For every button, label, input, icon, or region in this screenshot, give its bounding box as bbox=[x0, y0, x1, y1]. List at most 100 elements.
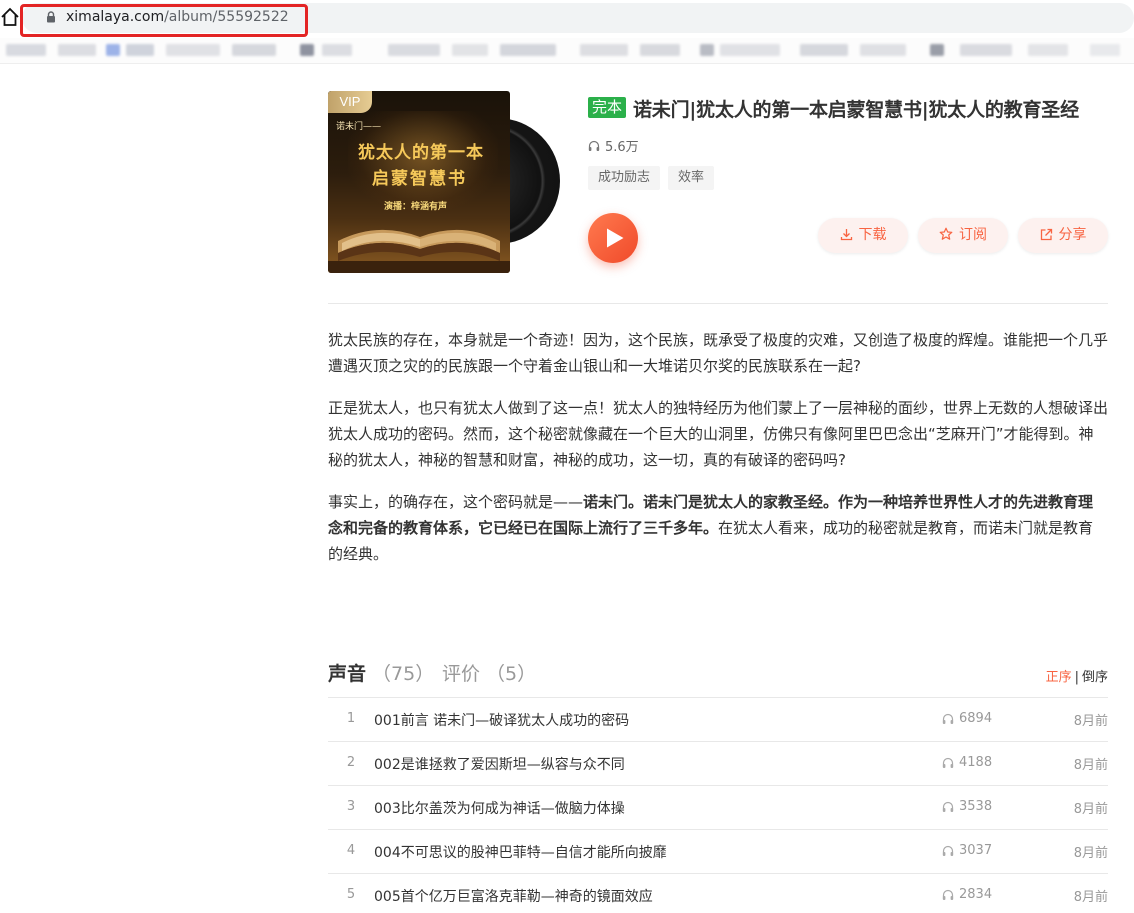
subscribe-button[interactable]: 订阅 bbox=[918, 218, 1008, 253]
share-label: 分享 bbox=[1058, 227, 1087, 243]
headphones-icon bbox=[942, 713, 954, 724]
intro-paragraph: 正是犹太人，也只有犹太人做到了这一点！犹太人的独特经历为他们蒙上了一层神秘的面纱… bbox=[328, 399, 1109, 469]
track-plays-value: 3037 bbox=[959, 843, 993, 858]
track-plays-value: 3538 bbox=[959, 799, 993, 814]
share-icon bbox=[1040, 228, 1052, 241]
bookmark-item[interactable] bbox=[800, 44, 848, 56]
bookmark-item[interactable] bbox=[930, 44, 944, 56]
bookmark-item[interactable] bbox=[700, 44, 714, 56]
tag-item[interactable]: 效率 bbox=[668, 166, 715, 190]
track-date: 8月前 bbox=[1073, 758, 1108, 773]
browser-chrome: ximalaya.com/album/55592522 bbox=[0, 0, 1134, 66]
tab-sounds-label: 声音 bbox=[328, 663, 367, 685]
track-title[interactable]: 002是谁拯救了爱因斯坦—纵容与众不同 bbox=[374, 754, 625, 774]
download-label: 下载 bbox=[858, 227, 887, 243]
tag-item[interactable]: 成功励志 bbox=[588, 166, 661, 190]
track-row[interactable]: 1 001前言 诺未门—破译犹太人成功的密码 6894 8月前 bbox=[328, 698, 1108, 742]
bookmark-item[interactable] bbox=[640, 44, 680, 56]
bookmark-item[interactable] bbox=[106, 44, 120, 56]
album-cover[interactable]: 诺未门—— 犹太人的第一本 启蒙智慧书 演播：梓涵有声 VIP bbox=[328, 91, 510, 273]
play-button[interactable] bbox=[588, 213, 638, 263]
intro-paragraph: 事实上，的确存在，这个密码就是——诺未门。诺未门是犹太人的家教圣经。作为一种培养… bbox=[328, 489, 1108, 567]
track-plays: 3538 bbox=[942, 799, 992, 814]
star-icon bbox=[939, 227, 953, 240]
track-row[interactable]: 3 003比尔盖茨为何成为神话—做脑力体操 3538 8月前 bbox=[328, 786, 1108, 830]
bookmark-item[interactable] bbox=[1028, 44, 1068, 56]
track-title[interactable]: 003比尔盖茨为何成为神话—做脑力体操 bbox=[374, 798, 625, 818]
subscribe-label: 订阅 bbox=[959, 227, 987, 243]
track-plays: 6894 bbox=[942, 711, 992, 726]
bookmarks-bar bbox=[0, 38, 1134, 64]
track-title[interactable]: 005首个亿万巨富洛克菲勒—神奇的镜面效应 bbox=[374, 886, 653, 906]
bookmark-item[interactable] bbox=[58, 44, 96, 56]
track-title[interactable]: 004不可思议的股神巴菲特—自信才能所向披靡 bbox=[374, 842, 667, 862]
bookmark-item[interactable] bbox=[500, 44, 556, 56]
track-date: 8月前 bbox=[1073, 890, 1108, 905]
cover-title-line1: 犹太人的第一本 bbox=[358, 143, 484, 163]
headphones-icon bbox=[588, 140, 600, 151]
url-highlight-box bbox=[20, 4, 308, 37]
album-intro: 犹太民族的存在，本身就是一个奇迹！因为，这个民族，既承受了极度的灾难，又创造了极… bbox=[328, 327, 1108, 583]
headphones-icon bbox=[942, 801, 954, 812]
bookmark-item[interactable] bbox=[232, 44, 276, 56]
bookmark-item[interactable] bbox=[1090, 44, 1120, 56]
finished-badge: 完本 bbox=[588, 97, 627, 118]
track-row[interactable]: 4 004不可思议的股神巴菲特—自信才能所向披靡 3037 8月前 bbox=[328, 830, 1108, 874]
track-plays: 3037 bbox=[942, 843, 992, 858]
bookmark-item[interactable] bbox=[860, 44, 906, 56]
download-button[interactable]: 下载 bbox=[818, 218, 908, 253]
home-icon[interactable] bbox=[0, 6, 20, 28]
album-cover-group[interactable]: 诺未门—— 犹太人的第一本 启蒙智慧书 演播：梓涵有声 VIP bbox=[328, 91, 560, 276]
tab-reviews-count: （5） bbox=[486, 663, 537, 685]
headphones-icon bbox=[942, 889, 954, 900]
track-date: 8月前 bbox=[1073, 846, 1108, 861]
track-list: 1 001前言 诺未门—破译犹太人成功的密码 6894 8月前 2 002是谁拯… bbox=[328, 697, 1108, 913]
tab-sounds[interactable]: 声音 （75） bbox=[328, 659, 434, 686]
download-icon bbox=[840, 229, 852, 241]
tab-reviews-label: 评价 bbox=[442, 663, 481, 685]
bookmark-item[interactable] bbox=[300, 44, 314, 56]
intro-text: 事实上，的确存在，这个密码就是—— bbox=[328, 493, 584, 511]
intro-paragraph: 犹太民族的存在，本身就是一个奇迹！因为，这个民族，既承受了极度的灾难，又创造了极… bbox=[328, 331, 1109, 375]
track-row[interactable]: 2 002是谁拯救了爱因斯坦—纵容与众不同 4188 8月前 bbox=[328, 742, 1108, 786]
cover-narrator: 演播：梓涵有声 bbox=[384, 202, 448, 212]
tab-sounds-count: （75） bbox=[372, 663, 435, 685]
track-plays-value: 2834 bbox=[959, 887, 993, 902]
bookmark-item[interactable] bbox=[6, 44, 46, 56]
track-number: 2 bbox=[346, 755, 356, 770]
play-count-value: 5.6万 bbox=[605, 140, 639, 155]
bookmark-item[interactable] bbox=[960, 44, 1012, 56]
bookmark-item[interactable] bbox=[322, 44, 352, 56]
track-number: 3 bbox=[346, 799, 356, 814]
header-divider bbox=[328, 303, 1108, 304]
track-plays-value: 6894 bbox=[959, 711, 993, 726]
sort-ascending-button[interactable]: 正序 bbox=[1046, 670, 1072, 685]
track-number: 4 bbox=[346, 843, 356, 858]
bookmark-item[interactable] bbox=[126, 44, 154, 56]
bookmark-item[interactable] bbox=[166, 44, 220, 56]
track-date: 8月前 bbox=[1073, 802, 1108, 817]
track-plays: 4188 bbox=[942, 755, 992, 770]
tab-reviews[interactable]: 评价 （5） bbox=[442, 659, 536, 686]
bookmark-item[interactable] bbox=[388, 44, 440, 56]
track-number: 5 bbox=[346, 887, 356, 902]
share-button[interactable]: 分享 bbox=[1018, 218, 1108, 253]
sort-controls: 正序 | 倒序 bbox=[1046, 666, 1108, 685]
sort-separator: | bbox=[1074, 670, 1079, 685]
vip-badge: VIP bbox=[328, 91, 372, 113]
album-title: 诺未门|犹太人的第一本启蒙智慧书|犹太人的教育圣经 bbox=[633, 99, 1079, 121]
bookmark-item[interactable] bbox=[580, 44, 628, 56]
track-title[interactable]: 001前言 诺未门—破译犹太人成功的密码 bbox=[374, 710, 629, 730]
cover-brand: 诺未门—— bbox=[336, 122, 382, 132]
play-icon bbox=[607, 228, 624, 248]
bookmark-item[interactable] bbox=[452, 44, 488, 56]
cover-title-line2: 启蒙智慧书 bbox=[372, 169, 467, 189]
track-row[interactable]: 5 005首个亿万巨富洛克菲勒—神奇的镜面效应 2834 8月前 bbox=[328, 874, 1108, 913]
tag-list: 成功励志 效率 bbox=[588, 166, 715, 190]
content-tabs: 声音 （75） 评价 （5） 正序 | 倒序 bbox=[328, 659, 1108, 687]
play-count: 5.6万 bbox=[588, 136, 639, 155]
bookmark-item[interactable] bbox=[720, 44, 780, 56]
track-plays-value: 4188 bbox=[959, 755, 993, 770]
headphones-icon bbox=[942, 845, 954, 856]
sort-descending-button[interactable]: 倒序 bbox=[1082, 670, 1108, 685]
